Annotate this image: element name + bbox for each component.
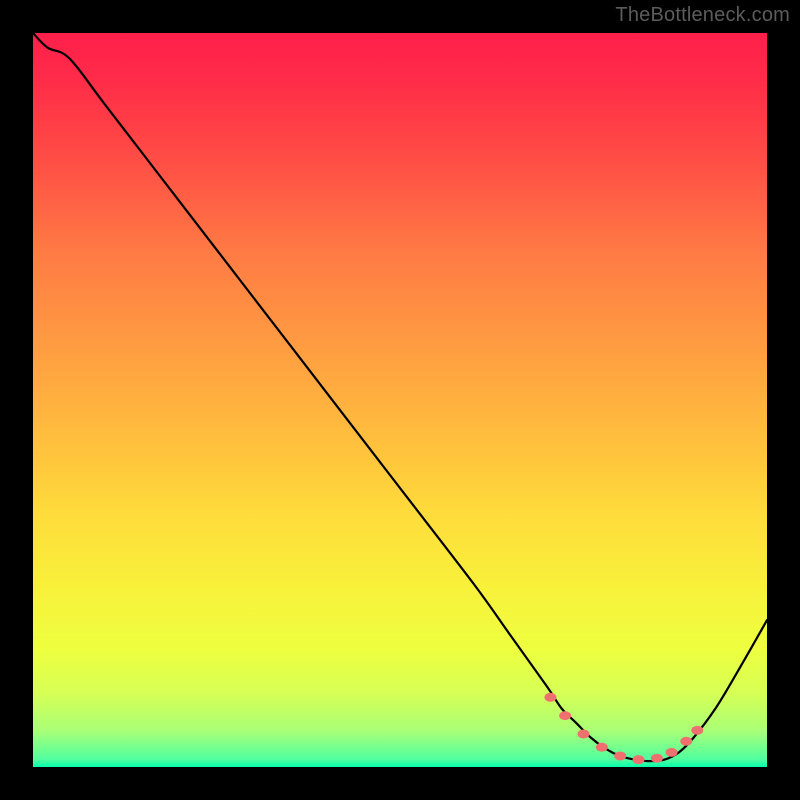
marker-dot [596,743,608,752]
marker-dot [578,729,590,738]
marker-dot [544,693,556,702]
marker-dot [614,751,626,760]
marker-dot [680,737,692,746]
marker-dot [559,711,571,720]
marker-dot [651,754,663,763]
bottleneck-curve-line [33,33,767,761]
chart-svg [33,33,767,767]
plot-area [33,33,767,767]
watermark-text: TheBottleneck.com [615,4,790,27]
marker-dot [691,726,703,735]
marker-dot [633,755,645,764]
marker-dot [666,748,678,757]
optimal-range-markers [544,693,703,764]
chart-frame: TheBottleneck.com [0,0,800,800]
